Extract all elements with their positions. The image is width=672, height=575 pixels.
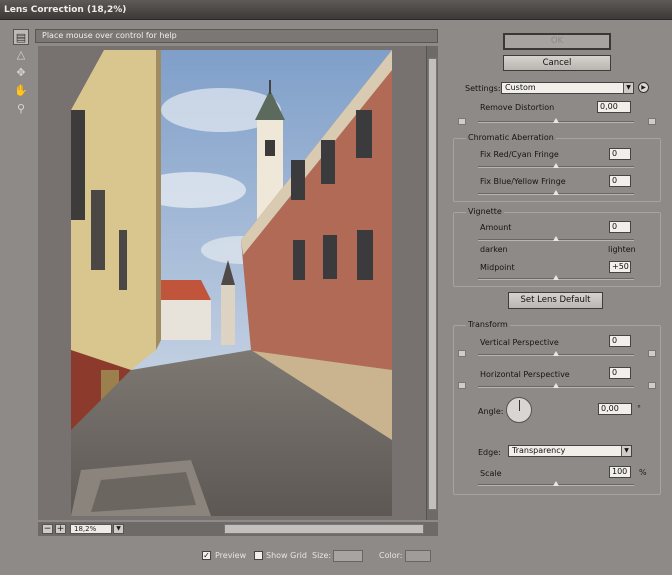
transform-title: Transform — [466, 320, 510, 329]
blue-yellow-slider[interactable] — [478, 190, 634, 195]
blue-yellow-knob[interactable] — [553, 190, 559, 195]
darken-label: darken — [480, 245, 508, 254]
vertical-perspective-slider[interactable] — [478, 351, 634, 356]
straighten-icon[interactable]: △ — [13, 47, 29, 63]
cancel-button[interactable]: Cancel — [503, 55, 611, 71]
remove-distortion-knob[interactable] — [553, 118, 559, 123]
vertical-perspective-min-icon — [458, 350, 466, 357]
grid-color-label: Color: — [379, 551, 403, 560]
horizontal-perspective-knob[interactable] — [553, 383, 559, 388]
show-grid-checkbox[interactable] — [254, 551, 263, 560]
vertical-perspective-knob[interactable] — [553, 351, 559, 356]
angle-label: Angle: — [478, 407, 504, 416]
zoom-in-button[interactable]: + — [55, 524, 66, 534]
vertical-perspective-max-icon — [648, 350, 656, 357]
preview-checkbox[interactable]: ✓ — [202, 551, 211, 560]
preview-image — [71, 50, 392, 516]
zoom-out-button[interactable]: − — [42, 524, 53, 534]
vertical-scrollbar[interactable] — [426, 46, 438, 520]
angle-field[interactable]: 0,00 — [598, 403, 632, 415]
edge-label: Edge: — [478, 448, 501, 457]
chevron-down-icon: ▼ — [623, 83, 633, 93]
ok-button[interactable]: OK — [503, 33, 611, 50]
preview-canvas[interactable] — [38, 46, 426, 520]
blue-yellow-field[interactable]: 0 — [609, 175, 631, 187]
midpoint-field[interactable]: +50 — [609, 261, 631, 273]
red-cyan-knob[interactable] — [553, 163, 559, 168]
horizontal-perspective-field[interactable]: 0 — [609, 367, 631, 379]
move-grid-icon[interactable]: ✥ — [13, 65, 29, 81]
zoom-icon[interactable]: ⚲ — [13, 101, 29, 117]
pincushion-icon — [458, 118, 466, 125]
midpoint-knob[interactable] — [553, 275, 559, 280]
zoom-dropdown-icon[interactable]: ▼ — [113, 524, 124, 534]
hand-icon[interactable]: ✋ — [13, 83, 29, 99]
vignette-amount-field[interactable]: 0 — [609, 221, 631, 233]
tool-strip: ▤ △ ✥ ✋ ⚲ — [11, 29, 31, 119]
settings-label: Settings: — [465, 84, 501, 93]
scale-slider[interactable] — [478, 481, 634, 486]
edge-select[interactable]: Transparency ▼ — [508, 445, 632, 457]
edge-value: Transparency — [512, 446, 566, 455]
horizontal-perspective-max-icon — [648, 382, 656, 389]
scale-label: Scale — [480, 469, 502, 478]
vignette-amount-knob[interactable] — [553, 236, 559, 241]
vertical-perspective-field[interactable]: 0 — [609, 335, 631, 347]
footer-options: ✓ Preview Show Grid Size: Color: — [0, 548, 672, 564]
horizontal-perspective-min-icon — [458, 382, 466, 389]
vignette-amount-slider[interactable] — [478, 236, 634, 241]
degree-unit: ° — [637, 404, 641, 413]
window-title: Lens Correction (18,2%) — [0, 0, 672, 20]
midpoint-slider[interactable] — [478, 275, 634, 280]
horizontal-perspective-slider[interactable] — [478, 383, 634, 388]
scale-knob[interactable] — [553, 481, 559, 486]
settings-menu-icon[interactable]: ▶ — [638, 82, 649, 93]
red-cyan-slider[interactable] — [478, 163, 634, 168]
set-lens-default-button[interactable]: Set Lens Default — [508, 292, 603, 309]
settings-select[interactable]: Custom ▼ — [501, 82, 634, 94]
remove-distortion-icon[interactable]: ▤ — [13, 29, 29, 45]
horizontal-scroll-thumb[interactable] — [224, 524, 424, 534]
show-grid-label: Show Grid — [266, 551, 307, 560]
vertical-scroll-thumb[interactable] — [428, 58, 437, 510]
lighten-label: lighten — [608, 245, 636, 254]
grid-color-swatch — [405, 550, 431, 562]
horizontal-perspective-label: Horizontal Perspective — [480, 370, 570, 379]
red-cyan-label: Fix Red/Cyan Fringe — [480, 150, 559, 159]
vertical-perspective-label: Vertical Perspective — [480, 338, 559, 347]
vignette-title: Vignette — [466, 207, 504, 216]
vignette-amount-label: Amount — [480, 223, 512, 232]
chevron-down-icon: ▼ — [621, 446, 631, 456]
red-cyan-field[interactable]: 0 — [609, 148, 631, 160]
chromatic-aberration-title: Chromatic Aberration — [466, 133, 556, 142]
preview-label: Preview — [215, 551, 247, 560]
midpoint-label: Midpoint — [480, 263, 515, 272]
barrel-icon — [648, 118, 656, 125]
remove-distortion-label: Remove Distortion — [480, 103, 555, 112]
zoom-bar: − + 18,2% ▼ — [38, 522, 438, 536]
grid-size-field — [333, 550, 363, 562]
percent-unit: % — [639, 468, 647, 477]
remove-distortion-field[interactable]: 0,00 — [597, 101, 631, 113]
remove-distortion-slider[interactable] — [478, 118, 634, 123]
blue-yellow-label: Fix Blue/Yellow Fringe — [480, 177, 566, 186]
help-text: Place mouse over control for help — [35, 29, 438, 43]
settings-value: Custom — [505, 83, 536, 92]
scale-field[interactable]: 100 — [609, 466, 631, 478]
angle-dial[interactable] — [506, 397, 532, 423]
grid-size-label: Size: — [312, 551, 332, 560]
zoom-level-field[interactable]: 18,2% — [70, 524, 112, 534]
